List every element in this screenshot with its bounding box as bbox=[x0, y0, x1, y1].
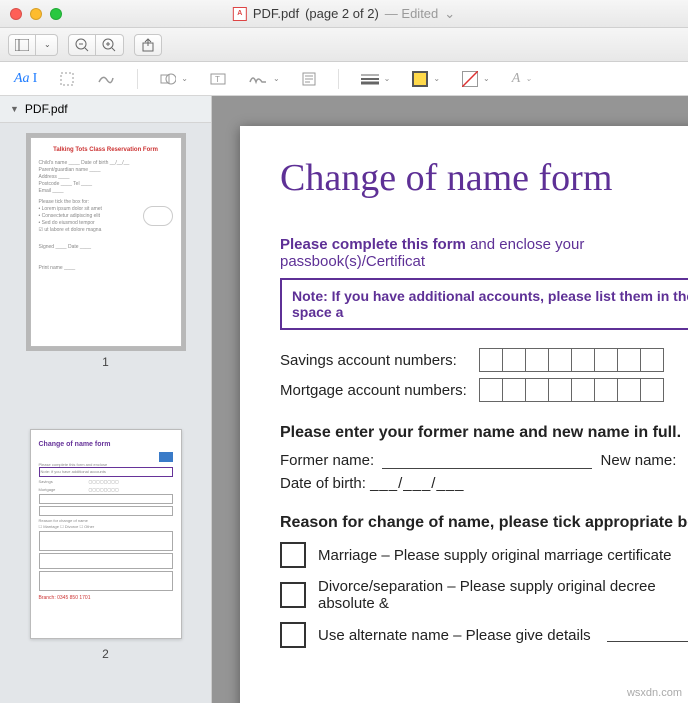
svg-text:T: T bbox=[215, 75, 220, 84]
note-box: Note: If you have additional accounts, p… bbox=[280, 278, 688, 330]
selection-tool-button[interactable] bbox=[59, 71, 75, 87]
watermark: wsxdn.com bbox=[627, 687, 682, 699]
section-names: Please enter your former name and new na… bbox=[280, 424, 688, 442]
mortgage-account-row: Mortgage account numbers: bbox=[280, 378, 688, 402]
mortgage-cells[interactable] bbox=[480, 378, 664, 402]
sign-button[interactable]: ⌄ bbox=[248, 72, 280, 86]
option-marriage-row: Marriage – Please supply original marria… bbox=[280, 542, 688, 568]
dob-label: Date of birth: bbox=[280, 475, 366, 492]
share-button[interactable] bbox=[134, 34, 162, 56]
former-name-blank[interactable] bbox=[382, 455, 592, 469]
close-window-button[interactable] bbox=[10, 8, 22, 20]
title-page-detail: (page 2 of 2) bbox=[305, 6, 379, 21]
fill-color-button[interactable]: ⌄ bbox=[462, 71, 490, 87]
page-1-label: 1 bbox=[10, 355, 201, 369]
titlebar: A PDF.pdf (page 2 of 2) — Edited ⌄ bbox=[0, 0, 688, 28]
window-title: A PDF.pdf (page 2 of 2) — Edited ⌄ bbox=[233, 6, 455, 22]
minimize-window-button[interactable] bbox=[30, 8, 42, 20]
text-box-button[interactable]: T bbox=[210, 72, 226, 86]
former-name-label: Former name: bbox=[280, 452, 374, 469]
view-mode-button[interactable] bbox=[8, 34, 36, 56]
font-button[interactable]: A⌄ bbox=[512, 71, 532, 87]
option-divorce-row: Divorce/separation – Please supply origi… bbox=[280, 578, 688, 612]
text-style-button[interactable]: AaI bbox=[14, 71, 37, 87]
zoom-out-button[interactable] bbox=[68, 34, 96, 56]
mortgage-label: Mortgage account numbers: bbox=[280, 382, 480, 399]
pdf-file-icon: A bbox=[233, 7, 247, 21]
alternate-checkbox[interactable] bbox=[280, 622, 306, 648]
marriage-label: Marriage – Please supply original marria… bbox=[318, 547, 672, 564]
alternate-label: Use alternate name – Please give details bbox=[318, 627, 591, 644]
line-style-button[interactable]: ⌄ bbox=[361, 73, 391, 85]
savings-cells[interactable] bbox=[480, 348, 664, 372]
thumb1-heading: Talking Tots Class Reservation Form bbox=[39, 146, 173, 154]
page-thumbnail-1[interactable]: Talking Tots Class Reservation Form Chil… bbox=[30, 137, 182, 347]
savings-label: Savings account numbers: bbox=[280, 352, 480, 369]
sidebar-header[interactable]: ▼ PDF.pdf bbox=[0, 96, 211, 123]
section-reason: Reason for change of name, please tick a… bbox=[280, 514, 688, 532]
form-title: Change of name form bbox=[280, 156, 688, 200]
page-thumbnail-2[interactable]: Change of name form Please complete this… bbox=[30, 429, 182, 639]
option-alternate-row: Use alternate name – Please give details bbox=[280, 622, 688, 648]
dob-blanks[interactable]: ___/___/___ bbox=[370, 475, 464, 492]
sketch-tool-button[interactable] bbox=[97, 72, 115, 86]
name-fields-row: Former name: New name: bbox=[280, 452, 688, 469]
form-instruction: Please complete this form and enclose yo… bbox=[280, 236, 688, 270]
main-toolbar: ⌄ bbox=[0, 28, 688, 62]
zoom-in-button[interactable] bbox=[96, 34, 124, 56]
new-name-label: New name: bbox=[601, 452, 677, 469]
thumb2-heading: Change of name form bbox=[39, 440, 173, 450]
dob-row: Date of birth: ___/___/___ bbox=[280, 475, 688, 492]
divorce-checkbox[interactable] bbox=[280, 582, 306, 608]
document-viewport[interactable]: Change of name form Please complete this… bbox=[212, 96, 688, 703]
note-button[interactable] bbox=[302, 72, 316, 86]
savings-account-row: Savings account numbers: bbox=[280, 348, 688, 372]
title-filename: PDF.pdf bbox=[253, 6, 299, 21]
divorce-label: Divorce/separation – Please supply origi… bbox=[318, 578, 688, 612]
thumbnails-sidebar: ▼ PDF.pdf Talking Tots Class Reservation… bbox=[0, 96, 212, 703]
marriage-checkbox[interactable] bbox=[280, 542, 306, 568]
disclosure-triangle-icon[interactable]: ▼ bbox=[10, 104, 19, 114]
sidebar-filename: PDF.pdf bbox=[25, 102, 68, 116]
shapes-button[interactable]: ⌄ bbox=[160, 72, 188, 86]
alternate-details-blank[interactable] bbox=[607, 628, 688, 642]
title-edited: — Edited bbox=[385, 6, 438, 21]
markup-toolbar: AaI ⌄ T ⌄ ⌄ ⌄ ⌄ A⌄ bbox=[0, 62, 688, 96]
title-dropdown-icon[interactable]: ⌄ bbox=[444, 6, 455, 22]
fullscreen-window-button[interactable] bbox=[50, 8, 62, 20]
page-2-label: 2 bbox=[10, 647, 201, 661]
border-color-button[interactable]: ⌄ bbox=[412, 71, 440, 87]
view-mode-dropdown[interactable]: ⌄ bbox=[36, 34, 58, 56]
document-page: Change of name form Please complete this… bbox=[240, 126, 688, 703]
